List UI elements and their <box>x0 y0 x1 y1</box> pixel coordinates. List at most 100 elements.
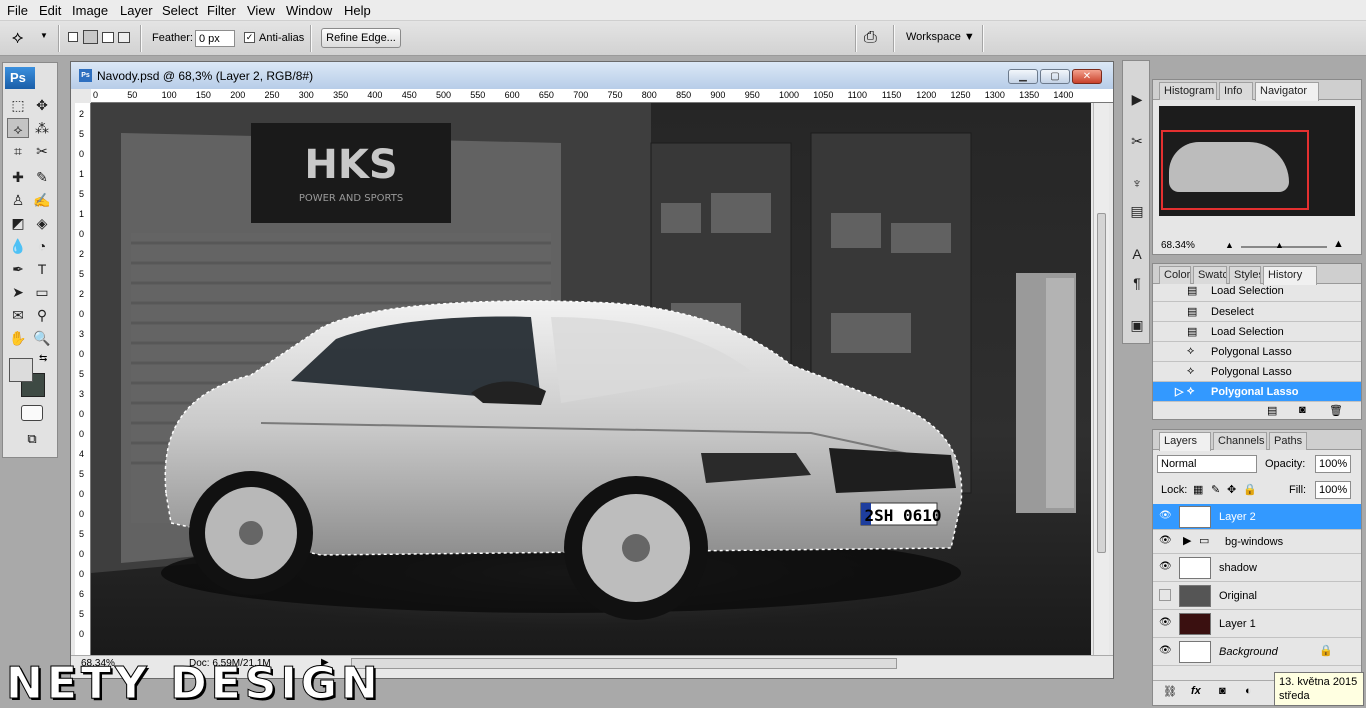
tab-swatches[interactable]: Swatc <box>1193 266 1227 284</box>
healing-brush-icon[interactable]: ✚ <box>7 167 29 187</box>
scroll-thumb[interactable] <box>1097 213 1106 553</box>
eye-icon[interactable]: 👁 <box>1159 645 1172 656</box>
history-item[interactable]: ▤ Deselect <box>1153 302 1361 322</box>
layer-row-selected[interactable]: 👁 Layer 2 <box>1153 504 1361 530</box>
lasso-tool-icon[interactable]: ⟡ <box>7 118 29 138</box>
tab-histogram[interactable]: Histogram <box>1159 82 1217 100</box>
fill-input[interactable]: 100% <box>1315 481 1351 499</box>
tab-history[interactable]: History <box>1263 266 1317 285</box>
new-selection-icon[interactable] <box>68 32 78 42</box>
notes-tool-icon[interactable]: ✉ <box>7 305 29 325</box>
menu-image[interactable]: Image <box>72 3 108 18</box>
shape-tool-icon[interactable]: ▭ <box>31 282 53 302</box>
tool-presets-icon[interactable]: ⎙ <box>864 29 877 47</box>
lock-position-icon[interactable]: ✥ <box>1227 483 1236 496</box>
menu-window[interactable]: Window <box>286 3 332 18</box>
screen-mode-icon[interactable]: ⧉ <box>21 431 43 447</box>
swap-colors-icon[interactable]: ⇆ <box>39 353 47 364</box>
eye-icon[interactable]: 👁 <box>1159 510 1172 521</box>
layer-row[interactable]: 👁 ▶ ▭ bg-windows <box>1153 530 1361 554</box>
layer-row[interactable]: 👁 Background 🔒 <box>1153 638 1361 666</box>
eye-icon[interactable]: 👁 <box>1159 561 1172 572</box>
foreground-color-swatch[interactable] <box>9 358 33 382</box>
tab-info[interactable]: Info <box>1219 82 1253 100</box>
add-selection-icon[interactable] <box>83 30 98 44</box>
intersect-selection-icon[interactable] <box>118 32 130 43</box>
new-snapshot-icon[interactable]: ◙ <box>1299 404 1306 416</box>
quick-mask-icon[interactable] <box>21 405 43 421</box>
minimize-button[interactable]: ▁ <box>1008 69 1038 84</box>
opacity-input[interactable]: 100% <box>1315 455 1351 473</box>
polygonal-lasso-icon[interactable]: ⟡ <box>12 28 23 48</box>
history-item-selected[interactable]: ▷ ⟡ Polygonal Lasso <box>1153 382 1361 402</box>
fx-icon[interactable]: fx <box>1191 685 1201 697</box>
layer-comps-icon[interactable]: ▣ <box>1127 315 1147 335</box>
eye-icon[interactable]: 👁 <box>1159 617 1172 628</box>
paragraph-icon[interactable]: ¶ <box>1127 273 1147 293</box>
menu-select[interactable]: Select <box>162 3 198 18</box>
zoom-in-icon[interactable]: ▲ <box>1333 238 1344 250</box>
tools-icon[interactable]: ✂ <box>1127 131 1147 151</box>
workspace-button[interactable]: Workspace ▼ <box>906 31 975 43</box>
document-title-bar[interactable]: Ps Navody.psd @ 68,3% (Layer 2, RGB/8#) … <box>71 62 1113 89</box>
new-document-from-state-icon[interactable]: ▤ <box>1267 404 1277 417</box>
horizontal-scrollbar[interactable] <box>351 658 897 669</box>
dodge-tool-icon[interactable]: ◔ <box>31 236 53 256</box>
magic-wand-icon[interactable]: ⁂ <box>31 118 53 138</box>
type-tool-icon[interactable]: T <box>31 259 53 279</box>
lock-transparency-icon[interactable]: ▦ <box>1193 483 1203 496</box>
menu-layer[interactable]: Layer <box>120 3 153 18</box>
layer-mask-icon[interactable]: ◙ <box>1219 685 1226 697</box>
blend-mode-select[interactable]: Normal <box>1157 455 1257 473</box>
paint-bucket-icon[interactable]: ◈ <box>31 213 53 233</box>
character-icon[interactable]: A <box>1127 244 1147 264</box>
history-item[interactable]: ⟡ Polygonal Lasso <box>1153 342 1361 362</box>
feather-input[interactable]: 0 px <box>195 30 235 47</box>
eyedropper-icon[interactable]: ⚲ <box>31 305 53 325</box>
lock-all-icon[interactable]: 🔒 <box>1243 483 1257 496</box>
antialias-checkbox[interactable]: ✓ <box>244 32 255 43</box>
adjustment-layer-icon[interactable]: ◐ <box>1245 685 1252 697</box>
maximize-button[interactable]: ▢ <box>1040 69 1070 84</box>
link-layers-icon[interactable]: ⛓ <box>1163 685 1177 698</box>
chevron-down-icon[interactable]: ▼ <box>40 31 48 40</box>
brushes-icon[interactable]: ▤ <box>1127 201 1147 221</box>
vertical-scrollbar[interactable] <box>1093 103 1109 655</box>
history-item[interactable]: ▤ Load Selection <box>1153 284 1361 302</box>
hand-tool-icon[interactable]: ✋ <box>7 328 29 348</box>
trash-icon[interactable]: 🗑 <box>1329 404 1343 417</box>
layer-row[interactable]: 👁 shadow <box>1153 554 1361 582</box>
zoom-slider-thumb[interactable]: ▲ <box>1275 240 1284 250</box>
eye-icon[interactable]: 👁 <box>1159 535 1172 546</box>
menu-help[interactable]: Help <box>344 3 371 18</box>
tab-styles[interactable]: Styles <box>1229 266 1261 284</box>
zoom-out-icon[interactable]: ▲ <box>1225 240 1234 250</box>
visibility-toggle[interactable] <box>1159 589 1171 601</box>
zoom-slider[interactable] <box>1241 246 1327 248</box>
menu-view[interactable]: View <box>247 3 275 18</box>
menu-file[interactable]: File <box>7 3 28 18</box>
navigator-zoom[interactable]: 68.34% <box>1161 240 1195 251</box>
lock-pixels-icon[interactable]: ✎ <box>1211 483 1220 496</box>
close-button[interactable]: ✕ <box>1072 69 1102 84</box>
clone-source-icon[interactable]: ♆ <box>1127 173 1147 193</box>
blur-tool-icon[interactable]: 💧 <box>7 236 29 256</box>
crop-tool-icon[interactable]: ⌗ <box>7 141 29 161</box>
path-selection-icon[interactable]: ➤ <box>7 282 29 302</box>
layer-row[interactable]: Original <box>1153 582 1361 610</box>
layer-row[interactable]: 👁 Layer 1 <box>1153 610 1361 638</box>
history-brush-icon[interactable]: ✍ <box>31 190 53 210</box>
menu-filter[interactable]: Filter <box>207 3 236 18</box>
navigator-view-box[interactable] <box>1161 130 1309 210</box>
image-canvas[interactable]: HKS POWER AND SPORTS 2SH 0610 <box>91 103 1091 655</box>
tab-paths[interactable]: Paths <box>1269 432 1307 450</box>
move-tool-icon[interactable]: ✥ <box>31 95 53 115</box>
navigator-preview[interactable] <box>1159 106 1355 216</box>
subtract-selection-icon[interactable] <box>102 32 114 43</box>
slice-tool-icon[interactable]: ✂ <box>31 141 53 161</box>
tab-color[interactable]: Color <box>1159 266 1191 284</box>
history-item[interactable]: ⟡ Polygonal Lasso <box>1153 362 1361 382</box>
menu-edit[interactable]: Edit <box>39 3 61 18</box>
brush-tool-icon[interactable]: ✎ <box>31 167 53 187</box>
actions-icon[interactable]: ▶ <box>1127 89 1147 109</box>
